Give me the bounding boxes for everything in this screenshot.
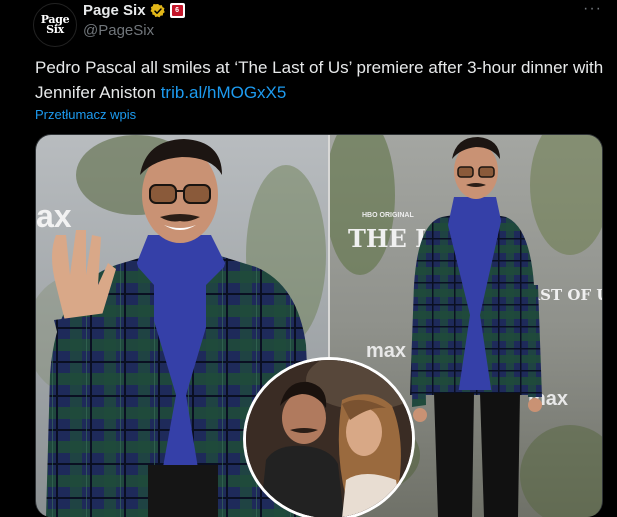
affiliate-badge-icon[interactable]: 6 <box>169 3 185 18</box>
translate-post-link[interactable]: Przetłumacz wpis <box>35 107 136 122</box>
affiliate-badge-text: 6 <box>171 5 183 16</box>
verified-gold-check-icon[interactable] <box>150 3 166 19</box>
more-dots-icon[interactable]: ··· <box>583 0 602 18</box>
left-sign-text: ax <box>36 198 72 234</box>
avatar-text-line2: Six <box>46 23 64 36</box>
avatar[interactable]: Page Six <box>33 3 77 47</box>
tweet-link[interactable]: trib.al/hMOGxX5 <box>161 83 287 102</box>
tweet-body: Pedro Pascal all smiles at ‘The Last of … <box>35 58 604 102</box>
handle[interactable]: @PageSix <box>83 22 154 39</box>
tweet[interactable]: Page Six Page Six 6 @PageSix ··· Pedro P… <box>0 0 617 517</box>
name-row: Page Six 6 <box>83 2 185 19</box>
inset-photo[interactable] <box>243 357 415 517</box>
right-sign-hbo: HBO ORIGINAL <box>362 212 414 219</box>
right-sign-max: max <box>366 340 406 362</box>
tweet-text: Pedro Pascal all smiles at ‘The Last of … <box>35 55 605 105</box>
inset-illustration <box>246 360 412 517</box>
display-name[interactable]: Page Six <box>83 2 146 19</box>
tweet-media[interactable]: ax HBO ORIGINAL THE LAST LAST OF max max <box>35 134 603 517</box>
